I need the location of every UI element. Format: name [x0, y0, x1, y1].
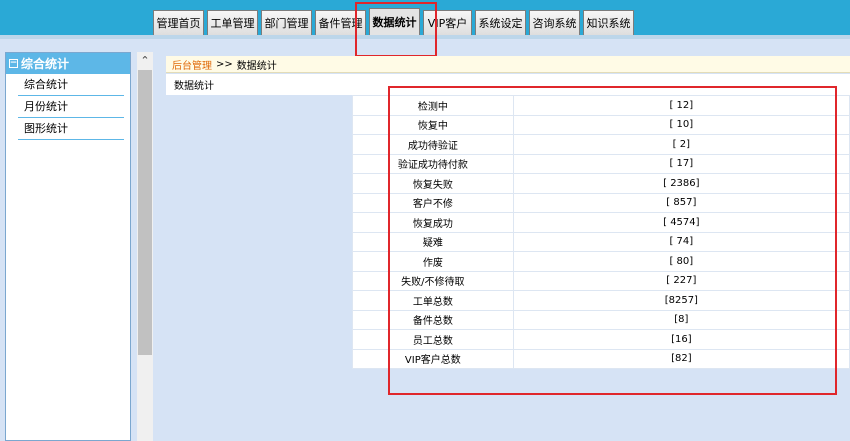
- scrollbar-thumb[interactable]: [138, 70, 152, 355]
- sidebar-item-label: 月份统计: [24, 100, 68, 113]
- sidebar-header[interactable]: − 综合统计: [6, 53, 130, 74]
- collapse-icon[interactable]: −: [9, 59, 18, 68]
- tab-home[interactable]: 管理首页: [153, 10, 204, 35]
- sidebar-header-label: 综合统计: [21, 57, 70, 71]
- tab-work-orders[interactable]: 工单管理: [207, 10, 258, 35]
- breadcrumb-home-link[interactable]: 后台管理: [172, 57, 212, 72]
- tab-consulting[interactable]: 咨询系统: [529, 10, 580, 35]
- tab-knowledge[interactable]: 知识系统: [583, 10, 634, 35]
- tab-departments[interactable]: 部门管理: [261, 10, 312, 35]
- sidebar-item-label: 综合统计: [24, 78, 68, 91]
- scrollbar[interactable]: ⌃: [137, 52, 153, 441]
- scroll-up-icon[interactable]: ⌃: [137, 52, 153, 68]
- breadcrumb-current: 数据统计: [236, 60, 277, 72]
- sidebar: − 综合统计 综合统计 月份统计 图形统计: [5, 52, 131, 441]
- sidebar-item-overall-stats[interactable]: 综合统计: [18, 74, 124, 96]
- annotation-box-table: [388, 86, 837, 395]
- sidebar-item-label: 图形统计: [24, 122, 68, 135]
- breadcrumb-separator: >>: [216, 58, 233, 70]
- section-title: 数据统计: [174, 81, 214, 92]
- tab-system-settings[interactable]: 系统设定: [475, 10, 526, 35]
- sidebar-item-chart-stats[interactable]: 图形统计: [18, 118, 124, 140]
- breadcrumb: 后台管理 >> 数据统计: [166, 56, 850, 73]
- annotation-box-tab: [355, 2, 437, 57]
- sidebar-item-monthly-stats[interactable]: 月份统计: [18, 96, 124, 118]
